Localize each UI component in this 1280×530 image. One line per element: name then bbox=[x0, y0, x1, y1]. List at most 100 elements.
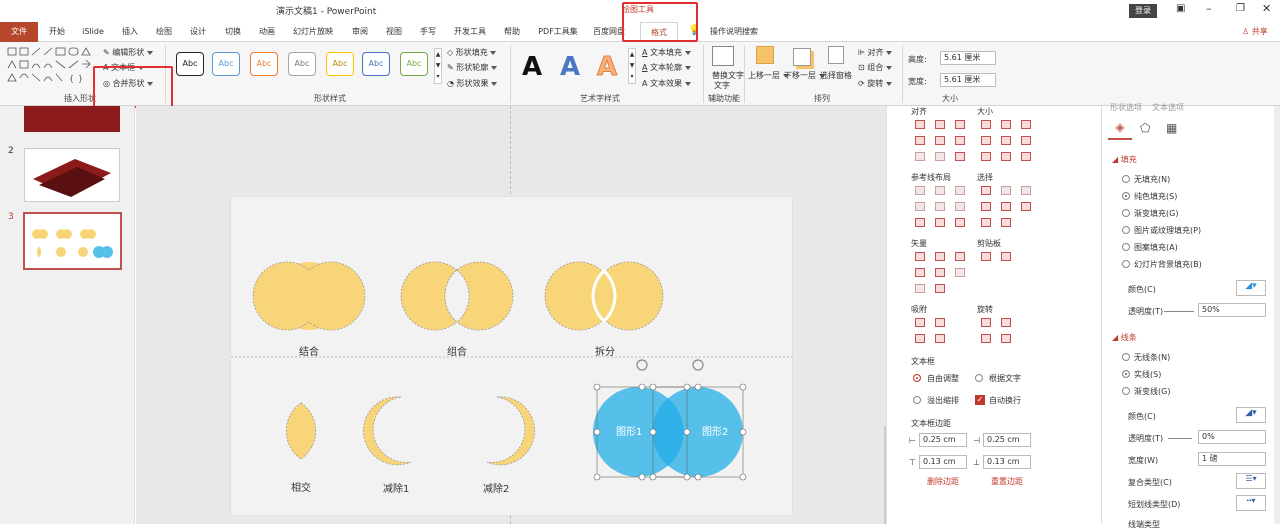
size-icon-8[interactable] bbox=[1001, 152, 1011, 161]
style-abc-2[interactable]: Abc bbox=[212, 52, 240, 76]
tab-home[interactable]: 开始 bbox=[42, 22, 72, 42]
vector-icon-2[interactable] bbox=[935, 252, 945, 261]
style-abc-4[interactable]: Abc bbox=[288, 52, 316, 76]
fill-section-header[interactable]: ◢ 填充 bbox=[1112, 154, 1137, 165]
vector-icon-6[interactable] bbox=[955, 268, 965, 277]
size-icon-4[interactable] bbox=[981, 136, 991, 145]
select-icon-4[interactable] bbox=[981, 202, 991, 211]
size-icon-7[interactable] bbox=[981, 152, 991, 161]
align-top-icon[interactable] bbox=[915, 136, 925, 145]
autofit-radio[interactable] bbox=[913, 374, 921, 382]
vector-icon-4[interactable] bbox=[915, 268, 925, 277]
fill-transparency-input[interactable]: 50% bbox=[1198, 303, 1266, 317]
guide-icon-7[interactable] bbox=[915, 218, 925, 227]
tab-draw[interactable]: 绘图 bbox=[149, 22, 179, 42]
delete-margin-button[interactable]: 删除边距 bbox=[927, 476, 959, 487]
align-bottom-icon[interactable] bbox=[955, 136, 965, 145]
tab-file[interactable]: 文件 bbox=[0, 22, 38, 42]
tell-me-search[interactable]: 操作说明搜索 bbox=[704, 22, 764, 42]
line-width-input[interactable]: 1 磅 bbox=[1198, 452, 1266, 466]
restore-icon[interactable]: ❐ bbox=[1236, 3, 1245, 14]
snap-icon-4[interactable] bbox=[935, 334, 945, 343]
tab-animations[interactable]: 动画 bbox=[252, 22, 282, 42]
compound-type-picker[interactable]: ☰▾ bbox=[1236, 473, 1266, 489]
bring-forward-button[interactable]: 上移一层 bbox=[748, 70, 789, 81]
minimize-icon[interactable]: – bbox=[1206, 2, 1212, 15]
line-color-picker[interactable]: ◢▾ bbox=[1236, 407, 1266, 423]
select-icon-7[interactable] bbox=[981, 218, 991, 227]
align-button[interactable]: ⊫ 对齐 bbox=[858, 47, 893, 58]
fill-color-picker[interactable]: ◢▾ bbox=[1236, 280, 1266, 296]
align-left-icon[interactable] bbox=[915, 120, 925, 129]
wordart-black[interactable]: A bbox=[522, 52, 542, 82]
wordart-blue[interactable]: A bbox=[560, 52, 580, 82]
height-input[interactable]: 5.61 厘米 bbox=[940, 51, 996, 65]
no-fill-radio[interactable] bbox=[1122, 175, 1130, 183]
rotate-icon-4[interactable] bbox=[1001, 334, 1011, 343]
rotate-icon-1[interactable] bbox=[981, 318, 991, 327]
gradient-line-radio[interactable] bbox=[1122, 387, 1130, 395]
vector-icon-8[interactable] bbox=[935, 284, 945, 293]
tab-transitions[interactable]: 切换 bbox=[218, 22, 248, 42]
snap-icon-3[interactable] bbox=[915, 334, 925, 343]
align-center-icon[interactable] bbox=[935, 120, 945, 129]
guide-icon-8[interactable] bbox=[935, 218, 945, 227]
same-size-icon[interactable] bbox=[1021, 120, 1031, 129]
close-icon[interactable]: ✕ bbox=[1262, 2, 1271, 15]
tab-review[interactable]: 审阅 bbox=[345, 22, 375, 42]
selection-pane-button[interactable]: 选择窗格 bbox=[820, 70, 852, 81]
tab-pdf[interactable]: PDF工具集 bbox=[533, 22, 583, 42]
vector-icon-7[interactable] bbox=[915, 284, 925, 293]
tab-handwriting[interactable]: 手写 bbox=[413, 22, 443, 42]
pattern-fill-radio[interactable] bbox=[1122, 243, 1130, 251]
shapes-gallery[interactable]: {} bbox=[6, 46, 94, 86]
same-width-icon[interactable] bbox=[981, 120, 991, 129]
tab-insert[interactable]: 插入 bbox=[115, 22, 145, 42]
group-button[interactable]: ⊡ 组合 bbox=[858, 62, 892, 73]
shape-fill-button[interactable]: ◇ 形状填充 bbox=[447, 47, 497, 58]
fit-text-radio[interactable] bbox=[975, 374, 983, 382]
select-icon-8[interactable] bbox=[1001, 218, 1011, 227]
text-fill-button[interactable]: A 文本填充 bbox=[642, 47, 691, 58]
align-right-icon[interactable] bbox=[955, 120, 965, 129]
text-outline-button[interactable]: A 文本轮廓 bbox=[642, 62, 691, 73]
guide-icon-2[interactable] bbox=[935, 186, 945, 195]
rotate-icon-3[interactable] bbox=[981, 334, 991, 343]
snap-icon-2[interactable] bbox=[935, 318, 945, 327]
line-transparency-slider[interactable] bbox=[1168, 438, 1192, 439]
style-abc-7[interactable]: Abc bbox=[400, 52, 428, 76]
tab-islide[interactable]: iSlide bbox=[78, 22, 108, 42]
fill-transparency-slider[interactable] bbox=[1164, 311, 1194, 312]
send-backward-button[interactable]: 下移一层 bbox=[784, 70, 825, 81]
tab-view[interactable]: 视图 bbox=[379, 22, 409, 42]
align-middle-icon[interactable] bbox=[935, 136, 945, 145]
line-transparency-input[interactable]: 0% bbox=[1198, 430, 1266, 444]
reset-margin-button[interactable]: 重置边距 bbox=[991, 476, 1023, 487]
clipboard-icon-1[interactable] bbox=[981, 252, 991, 261]
vector-icon-5[interactable] bbox=[935, 268, 945, 277]
guide-icon-3[interactable] bbox=[955, 186, 965, 195]
selection-pane-icon[interactable] bbox=[828, 46, 844, 64]
vector-icon-1[interactable] bbox=[915, 252, 925, 261]
tab-developer[interactable]: 开发工具 bbox=[449, 22, 491, 42]
size-properties-icon[interactable]: ▦ bbox=[1166, 121, 1177, 135]
picture-fill-radio[interactable] bbox=[1122, 226, 1130, 234]
edit-shape-button[interactable]: ✎ 编辑形状 bbox=[103, 47, 153, 58]
guide-icon-5[interactable] bbox=[935, 202, 945, 211]
solid-line-radio[interactable] bbox=[1122, 370, 1130, 378]
tab-slideshow[interactable]: 幻灯片放映 bbox=[287, 22, 339, 42]
autowrap-checkbox[interactable]: ✓ bbox=[975, 395, 985, 405]
vector-icon-3[interactable] bbox=[955, 252, 965, 261]
clipboard-icon-2[interactable] bbox=[1001, 252, 1011, 261]
select-icon-2[interactable] bbox=[1001, 186, 1011, 195]
width-input[interactable]: 5.61 厘米 bbox=[940, 73, 996, 87]
distribute-h-icon[interactable] bbox=[915, 152, 925, 161]
shape-outline-button[interactable]: ✎ 形状轮廓 bbox=[447, 62, 497, 73]
slide-thumbnail-2[interactable] bbox=[24, 148, 120, 202]
select-icon-1[interactable] bbox=[981, 186, 991, 195]
login-button[interactable]: 登录 bbox=[1129, 4, 1157, 18]
slide-thumbnail-3[interactable] bbox=[23, 212, 122, 270]
snap-icon-1[interactable] bbox=[915, 318, 925, 327]
select-icon-5[interactable] bbox=[1001, 202, 1011, 211]
guide-icon-9[interactable] bbox=[955, 218, 965, 227]
